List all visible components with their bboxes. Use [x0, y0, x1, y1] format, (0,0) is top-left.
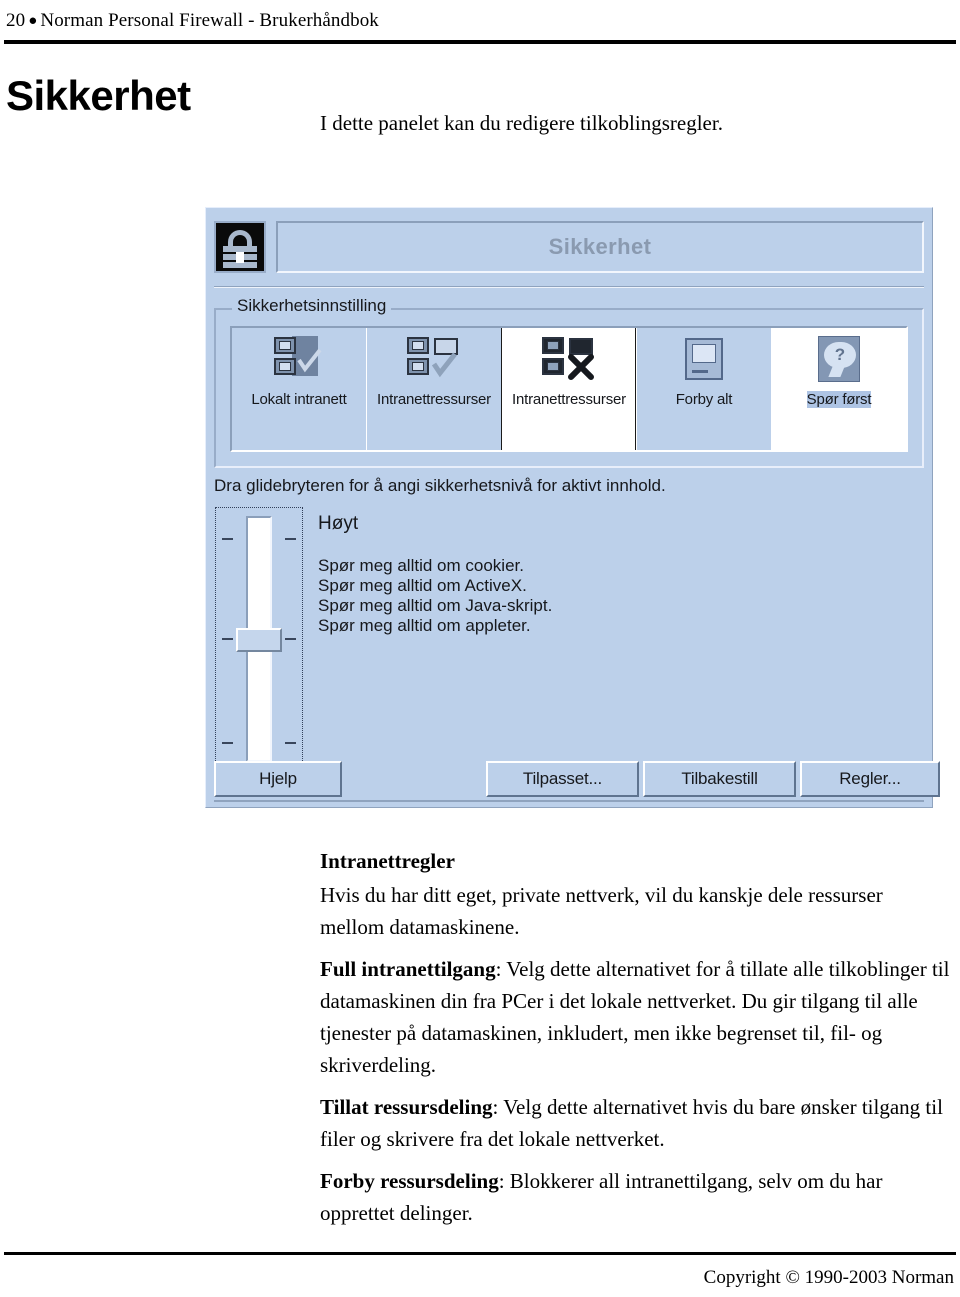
- security-settings-groupbox: Sikkerhetsinnstilling Lokalt intranett I…: [214, 296, 924, 468]
- term-full-access: Full intranettilgang: [320, 957, 496, 981]
- zone-item-spor-forst[interactable]: Spør først: [771, 328, 906, 450]
- zone-label: Spør først: [806, 391, 872, 408]
- titlebar-separator: [214, 286, 924, 288]
- running-head-title: Norman Personal Firewall - Brukerhåndbok: [40, 10, 379, 31]
- dialog-title: Sikkerhet: [548, 234, 652, 259]
- running-head: 20 ● Norman Personal Firewall - Brukerhånd…: [6, 10, 379, 32]
- security-level-slider[interactable]: [215, 507, 303, 771]
- footer-rule: [4, 1252, 956, 1255]
- button-row-rule: [214, 800, 924, 802]
- zone-item-forby-alt[interactable]: Forby alt: [636, 328, 771, 450]
- term-allow-sharing: Tillat ressursdeling: [320, 1095, 493, 1119]
- footer-copyright: Copyright © 1990-2003 Norman: [703, 1267, 954, 1288]
- rules-button[interactable]: Regler...: [800, 761, 940, 797]
- header-rule: [4, 40, 956, 44]
- paragraph-intranet-intro: Hvis du har ditt eget, private nettverk,…: [320, 883, 883, 939]
- paragraph-allow-sharing: Tillat ressursdeling: Velg dette alterna…: [320, 1091, 950, 1155]
- page-number: 20: [6, 10, 26, 31]
- slider-help-text: Dra glidebryteren for å angi sikkerhetsn…: [214, 476, 666, 495]
- zone-selector[interactable]: Lokalt intranett Intranettressurser Intr…: [230, 326, 908, 452]
- level-item: Spør meg alltid om Java-skript.: [318, 596, 553, 615]
- slider-tick: [222, 638, 233, 640]
- zone-label: Intranettressurser: [512, 391, 626, 408]
- computer-folder-x-icon: [536, 334, 602, 388]
- padlock-icon: [214, 221, 266, 273]
- security-level-label: Høyt: [318, 513, 359, 534]
- page-title: Sikkerhet: [6, 72, 191, 120]
- body-content: Intranettregler Hvis du har ditt eget, p…: [320, 845, 950, 1229]
- dialog-title-well: Sikkerhet: [276, 221, 924, 273]
- slider-tick: [285, 638, 296, 640]
- zone-item-intranettressurser-allow[interactable]: Intranettressurser: [366, 328, 501, 450]
- bullet-separator: ●: [28, 13, 38, 29]
- term-deny-sharing: Forby ressursdeling: [320, 1169, 499, 1193]
- level-item: Spør meg alltid om ActiveX.: [318, 576, 527, 595]
- security-dialog-screenshot: Sikkerhet Sikkerhetsinnstilling Lokalt i…: [205, 207, 940, 808]
- slider-tick: [285, 742, 296, 744]
- zone-item-lokalt-intranett[interactable]: Lokalt intranett: [232, 328, 366, 450]
- zone-label: Lokalt intranett: [251, 391, 347, 408]
- slider-thumb[interactable]: [236, 628, 282, 652]
- reset-button[interactable]: Tilbakestill: [643, 761, 796, 797]
- intro-text: I dette panelet kan du redigere tilkobli…: [320, 111, 723, 135]
- question-bubble-icon: [806, 334, 872, 388]
- custom-button[interactable]: Tilpasset...: [486, 761, 639, 797]
- dialog-titlebar: Sikkerhet: [214, 216, 924, 278]
- zone-label: Intranettressurser: [377, 391, 491, 408]
- zone-item-intranettressurser-deny[interactable]: Intranettressurser: [501, 328, 637, 450]
- level-item: Spør meg alltid om cookier.: [318, 556, 524, 575]
- groupbox-label: Sikkerhetsinnstilling: [232, 296, 392, 316]
- computer-folder-down-icon: [401, 334, 467, 388]
- paragraph-full-access: Full intranettilgang: Velg dette alterna…: [320, 953, 950, 1081]
- slider-tick: [222, 538, 233, 540]
- zone-label: Forby alt: [675, 391, 733, 408]
- slider-tick: [222, 742, 233, 744]
- security-level-description: Spør meg alltid om cookier. Spør meg all…: [318, 556, 552, 636]
- dialog-button-row: Hjelp Tilpasset... Tilbakestill Regler..…: [214, 761, 940, 802]
- slider-tick: [285, 538, 296, 540]
- computer-check-icon: [266, 334, 332, 388]
- level-item: Spør meg alltid om appleter.: [318, 616, 531, 635]
- monitor-icon: [671, 334, 737, 388]
- paragraph-deny-sharing: Forby ressursdeling: Blokkerer all intra…: [320, 1165, 950, 1229]
- help-button[interactable]: Hjelp: [214, 761, 342, 797]
- section-heading: Intranettregler: [320, 849, 455, 873]
